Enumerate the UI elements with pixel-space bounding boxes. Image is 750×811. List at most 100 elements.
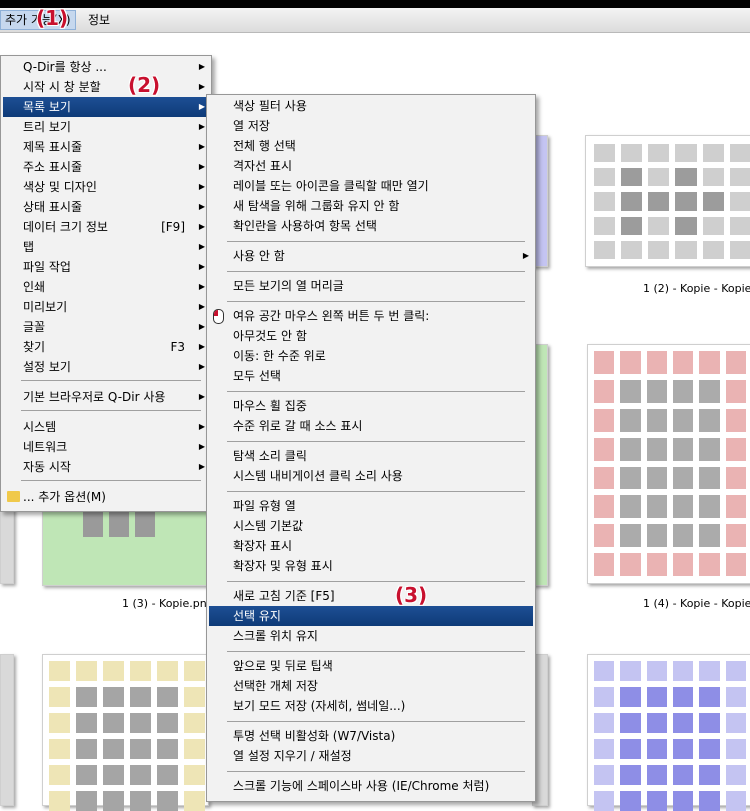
submenu-item[interactable]: 마우스 휠 집중 — [209, 396, 533, 416]
submenu-item[interactable]: 전체 행 선택 — [209, 136, 533, 156]
main-menu-item[interactable]: 설정 보기 ▶ — [3, 357, 209, 377]
submenu-item[interactable]: 보기 모드 저장 (자세히, 썸네일...) — [209, 696, 533, 716]
submenu-item[interactable]: 시스템 내비게이션 클릭 소리 사용 — [209, 466, 533, 486]
thumbnail-cell — [130, 765, 151, 785]
callout-1: (1) — [36, 6, 69, 30]
main-menu-item-label: 목록 보기 — [23, 100, 71, 114]
submenu-item[interactable]: 투명 선택 비활성화 (W7/Vista) — [209, 726, 533, 746]
thumbnail-cell — [184, 739, 205, 759]
thumbnail-cell — [594, 437, 615, 461]
submenu-item[interactable]: 스크롤 기능에 스페이스바 사용 (IE/Chrome 처럼) — [209, 776, 533, 796]
main-menu-item[interactable]: Q-Dir를 항상 ... ▶ — [3, 57, 209, 77]
submenu-item[interactable]: 아무것도 안 함 — [209, 326, 533, 346]
submenu-item-label: 스크롤 기능에 스페이스바 사용 (IE/Chrome 처럼) — [233, 779, 490, 793]
thumbnail-cell — [725, 553, 746, 576]
main-menu-item[interactable]: 찾기 F3 ▶ — [3, 337, 209, 357]
submenu-item[interactable]: 레이블 또는 아이콘을 클릭할 때만 열기 — [209, 176, 533, 196]
submenu-item[interactable]: 확인란을 사용하여 항목 선택 — [209, 216, 533, 236]
main-menu-item[interactable]: 상태 표시줄 ▶ — [3, 197, 209, 217]
main-menu-item[interactable]: 미리보기 ▶ — [3, 297, 209, 317]
thumbnail-cell — [594, 713, 615, 733]
submenu-item[interactable]: 새로 고침 기준 [F5] — [209, 586, 533, 606]
submenu-item[interactable]: 격자선 표시 — [209, 156, 533, 176]
thumbnail-bottom-right[interactable] — [587, 654, 750, 811]
submenu-item[interactable]: 스크롤 위치 유지 — [209, 626, 533, 646]
main-menu-item[interactable]: ... 추가 옵션(M) — [3, 487, 209, 507]
submenu-item[interactable]: 파일 유형 열 — [209, 496, 533, 516]
thumbnail-cell — [725, 661, 746, 681]
thumbnail-middle-right[interactable] — [587, 344, 750, 584]
submenu-item-label: 보기 모드 저장 (자세히, 썸네일...) — [233, 699, 406, 713]
thumbnail-cell — [725, 379, 746, 403]
submenu-item-label: 탐색 소리 클릭 — [233, 449, 307, 463]
thumbnail-cell — [702, 216, 724, 235]
thumbnail-cell — [673, 713, 694, 733]
main-menu-item[interactable]: 파일 작업 ▶ — [3, 257, 209, 277]
submenu-item-label: 확장자 및 유형 표시 — [233, 559, 333, 573]
thumbnail-left-edge-bottom[interactable] — [0, 654, 14, 806]
main-menu-item[interactable]: 인쇄 ▶ — [3, 277, 209, 297]
thumbnail-cell — [675, 144, 697, 163]
thumbnail-caption: 1 (3) - Kopie.png — [122, 597, 214, 610]
thumbnail-cell — [699, 713, 720, 733]
submenu-item[interactable]: 열 설정 지우기 / 재설정 — [209, 746, 533, 766]
thumbnail-cell — [184, 765, 205, 785]
submenu-item[interactable]: 앞으로 및 뒤로 팁색 — [209, 656, 533, 676]
extra-functions-menu: Q-Dir를 항상 ... ▶ 시작 시 창 분할 ▶ 목록 보기 ▶ 트리 보기 ▶ 제목 표… — [0, 55, 212, 512]
submenu-arrow-icon: ▶ — [198, 82, 205, 91]
thumbnail-cell — [103, 791, 124, 811]
main-menu-item[interactable]: 데이터 크기 정보 [F9] ▶ — [3, 217, 209, 237]
submenu-item[interactable]: 열 저장 — [209, 116, 533, 136]
main-menu-item[interactable]: 색상 및 디자인 ▶ — [3, 177, 209, 197]
submenu-item[interactable]: 사용 안 함 ▶ — [209, 246, 533, 266]
submenu-item-label: 아무것도 안 함 — [233, 329, 307, 343]
submenu-arrow-icon: ▶ — [198, 142, 205, 151]
thumbnail-image — [594, 144, 750, 259]
thumbnail-cell — [699, 661, 720, 681]
submenu-item[interactable]: 수준 위로 갈 때 소스 표시 — [209, 416, 533, 436]
main-menu-item[interactable]: 네트워크 ▶ — [3, 437, 209, 457]
main-menu-item[interactable]: 시스템 ▶ — [3, 417, 209, 437]
main-menu-item[interactable]: 자동 시작 ▶ — [3, 457, 209, 477]
submenu-item[interactable]: 시스템 기본값 — [209, 516, 533, 536]
main-menu-item[interactable]: 트리 보기 ▶ — [3, 117, 209, 137]
thumbnail-cell — [699, 466, 720, 490]
thumbnail-cell — [675, 192, 697, 211]
submenu-item-label: 시스템 내비게이션 클릭 소리 사용 — [233, 469, 403, 483]
main-menu-item[interactable]: 목록 보기 ▶ — [3, 97, 209, 117]
thumbnail-cell — [699, 553, 720, 576]
submenu-item[interactable]: 모두 선택 — [209, 366, 533, 386]
thumbnail-cell — [594, 661, 615, 681]
thumbnail-cell — [673, 687, 694, 707]
submenu-item-label: 이동: 한 수준 위로 — [233, 349, 326, 363]
thumbnail-cell — [620, 765, 641, 785]
submenu-item[interactable]: 선택한 개체 저장 — [209, 676, 533, 696]
submenu-item[interactable]: 확장자 및 유형 표시 — [209, 556, 533, 576]
callout-3: (3) — [395, 583, 428, 607]
submenu-arrow-icon: ▶ — [198, 182, 205, 191]
main-menu-item-label: 상태 표시줄 — [23, 200, 83, 214]
submenu-item[interactable]: 이동: 한 수준 위로 — [209, 346, 533, 366]
submenu-item-label: 확인란을 사용하여 항목 선택 — [233, 219, 377, 233]
thumbnail-cell — [725, 791, 746, 811]
submenu-item[interactable]: 새 탐색을 위해 그룹화 유지 안 함 — [209, 196, 533, 216]
main-menu-item[interactable]: 주소 표시줄 ▶ — [3, 157, 209, 177]
thumbnail-bottom-left[interactable] — [42, 654, 209, 811]
submenu-arrow-icon: ▶ — [522, 251, 529, 260]
submenu-item[interactable]: 선택 유지 — [209, 606, 533, 626]
main-menu-item[interactable]: 글꼴 ▶ — [3, 317, 209, 337]
main-menu-item[interactable]: 탭 ▶ — [3, 237, 209, 257]
menu-info[interactable]: 정보 — [84, 11, 114, 29]
main-menu-item[interactable]: 시작 시 창 분할 ▶ — [3, 77, 209, 97]
thumbnail-cell — [673, 791, 694, 811]
submenu-arrow-icon: ▶ — [198, 62, 205, 71]
thumbnail-cell — [157, 713, 178, 733]
submenu-item[interactable]: 모든 보기의 열 머리글 — [209, 276, 533, 296]
submenu-item[interactable]: 확장자 표시 — [209, 536, 533, 556]
main-menu-item[interactable]: 기본 브라우저로 Q-Dir 사용 ▶ — [3, 387, 209, 407]
main-menu-item[interactable]: 제목 표시줄 ▶ — [3, 137, 209, 157]
thumbnail-top-right[interactable] — [585, 135, 750, 267]
menu-separator — [21, 480, 201, 481]
submenu-item[interactable]: 색상 필터 사용 — [209, 96, 533, 116]
submenu-item[interactable]: 탐색 소리 클릭 — [209, 446, 533, 466]
